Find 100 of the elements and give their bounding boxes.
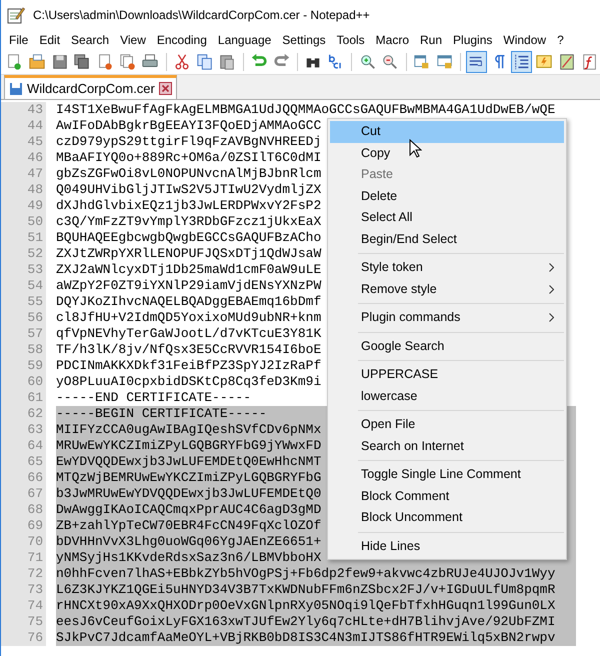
code-line: L6Z3KJYKZ1QGEi5uHNYD34V3B7TxKWDNubFFm6nZSbcx2FJ/v+IGDuULfUm8pqmR xyxy=(56,582,556,598)
copy-icon xyxy=(196,53,214,71)
indent-guide-icon xyxy=(512,53,531,71)
code-line: -----END CERTIFICATE----- xyxy=(56,390,252,406)
tab-label: WildcardCorpCom.cer xyxy=(27,80,155,98)
menu-item[interactable]: Edit xyxy=(39,31,60,49)
line-number: 56 xyxy=(1,310,46,326)
word-wrap-button[interactable] xyxy=(466,51,487,73)
zoom-out-icon xyxy=(381,53,400,71)
line-number: 45 xyxy=(1,134,46,150)
code-line: qfVpNEVhyTerGaWJootL/d7vKTcuE3Y81K xyxy=(56,326,322,342)
menu-item[interactable]: Hide Lines xyxy=(330,536,564,557)
code-line: gbZsZGFwOi8vL0NOPUNvcnAlMjBJbnRlcm xyxy=(56,166,322,182)
sync-vertical-icon xyxy=(413,53,432,71)
code-line: MRUwEwYKCZImiZPyLGQBGRYFbG9jYWwxFD xyxy=(56,438,322,454)
menu-item[interactable]: Copy xyxy=(330,142,564,164)
code-line: ZXJtZWRpYXRlLENOPUFJQSxDTj1QdWJsaW xyxy=(56,246,322,262)
line-number: 58 xyxy=(1,342,46,358)
notepad-icon xyxy=(7,6,25,24)
menu-item[interactable]: UPPERCASE xyxy=(330,364,564,386)
line-number: 68 xyxy=(1,502,46,518)
window-title: C:\Users\admin\Downloads\WildcardCorpCom.cer - Notepad++ xyxy=(33,7,370,24)
menu-item[interactable]: Select All xyxy=(330,207,564,228)
line-number: 54 xyxy=(1,278,46,294)
line-number: 63 xyxy=(1,422,46,438)
language-panel-icon xyxy=(535,53,554,71)
menu-item[interactable]: Plugin commands xyxy=(330,307,564,328)
line-number: 66 xyxy=(1,470,46,486)
code-line: c3Q/YmFzZT9vYmplY3RDbGFzcz1jUkxEaX xyxy=(56,214,322,230)
menu-item[interactable]: Encoding xyxy=(156,31,207,49)
menu-item[interactable]: Style token xyxy=(330,257,564,278)
line-number: 73 xyxy=(1,582,46,598)
folder-icon xyxy=(28,53,46,71)
line-number: 65 xyxy=(1,454,46,470)
line-number: 75 xyxy=(1,614,46,630)
menu-item[interactable]: Remove style xyxy=(330,278,564,300)
close-icon[interactable] xyxy=(158,82,172,95)
clipboard-icon xyxy=(218,53,236,71)
menu-item[interactable]: Cut xyxy=(330,121,564,142)
menu-item[interactable]: Delete xyxy=(330,186,564,207)
code-line: ZB+zahlYpTeCW70EBR4FcCN49FqXclOZOf xyxy=(56,518,322,534)
document-map-icon xyxy=(558,53,576,71)
menu-item[interactable]: Block Comment xyxy=(330,486,564,507)
function-list-icon xyxy=(580,53,599,71)
code-line: EwYDVQQDEwxjb3JwLUFEMDEtQ0EwHhcNMT xyxy=(56,454,322,470)
line-number: 44 xyxy=(1,118,46,134)
menu-item[interactable]: Open File xyxy=(330,414,564,436)
menu-item[interactable]: View xyxy=(120,31,146,49)
line-number: 51 xyxy=(1,230,46,246)
code-line: dXJhdGlvbixEQz1jb3JwLERDPWxvY2FsP2 xyxy=(56,198,322,214)
stacked-disks-icon xyxy=(73,53,92,71)
menu-item[interactable]: Settings xyxy=(282,31,326,49)
code-line: ZXJ2aWNlcyxDTj1Db25maWd1cmF0aW9uLE xyxy=(56,262,322,278)
menu-item[interactable]: Block Uncomment xyxy=(330,507,564,528)
code-line: MTQzWjBEMRUwEwYKCZImiZPyLGQBGRYFbG xyxy=(56,470,322,486)
menu-item[interactable]: Plugins xyxy=(453,31,492,49)
menu-item[interactable]: Search xyxy=(71,31,110,49)
menu-item[interactable]: File xyxy=(9,31,28,49)
sync-horizontal-icon xyxy=(436,53,454,71)
line-number: 74 xyxy=(1,598,46,614)
menu-item[interactable]: Run xyxy=(420,31,442,49)
code-line: MIIFYzCCA0ugAwIBAgIQeshSVfCDv6pNMx xyxy=(56,422,322,438)
menu-item[interactable]: Tools xyxy=(336,31,365,49)
line-number: 76 xyxy=(1,630,46,646)
close-files-icon xyxy=(118,53,137,71)
menu-item[interactable]: Macro xyxy=(376,31,410,49)
code-line: yO8PLuuAI0cpxbidDSKtCp8Cq3feD3Km9i xyxy=(56,374,322,390)
file-tab[interactable]: WildcardCorpCom.cer xyxy=(4,75,177,99)
line-number: 49 xyxy=(1,198,46,214)
line-number: 47 xyxy=(1,166,46,182)
menu-item[interactable]: Search on Internet xyxy=(330,436,564,457)
line-number: 61 xyxy=(1,390,46,406)
line-number: 48 xyxy=(1,182,46,198)
code-line: DQYJKoZIhvcNAQELBQADggEBAEmq16bDmf xyxy=(56,294,322,310)
code-line: n0hhFcven7lhAS+EBbkZYb5hVOgPSj+Fb6dp2few9+akvwc4zbRUJe4UJOJv1Wyy xyxy=(56,566,556,582)
menu-item[interactable]: lowercase xyxy=(330,386,564,407)
menu-item[interactable]: ? xyxy=(557,31,564,49)
line-number: 70 xyxy=(1,534,46,550)
code-line: -----BEGIN CERTIFICATE----- xyxy=(56,406,267,422)
indent-guide-button[interactable] xyxy=(511,51,532,73)
mouse-pointer-icon xyxy=(409,139,422,159)
scissors-icon xyxy=(173,53,192,71)
code-line: MBaAFIYQ0o+889Rc+OM6a/0ZSIlT6C0dMI xyxy=(56,150,322,166)
code-line: eesJ6vCeufGoixLyFGX163xwTJUfEw2Yly6q7cHLte+dH7BlihvjAve/92UbFZMI xyxy=(56,614,556,630)
code-line: b3JwMRUwEwYDVQQDEwxjb3JwLUFEMDEtQ0 xyxy=(56,486,322,502)
code-line: BQUHAQEEgbcwgbQwgbEGCCsGAQUFBzACho xyxy=(56,230,322,246)
code-line: AwIFoDAbBgkrBgEEAYI3FQoEDjAMMAoGCC xyxy=(56,118,322,134)
code-line: SJkPvC7JdcamfAaMeOYL+VBjRKB0bD8IS3C4N3mIJTS86fHTR9EWilq5xBN2rwpv xyxy=(56,630,556,646)
line-number: 57 xyxy=(1,326,46,342)
code-line: aWZpY2F0ZT9iYXNlP29iamVjdENsYXNzPW xyxy=(56,278,322,294)
line-number: 52 xyxy=(1,246,46,262)
menu-item[interactable]: Begin/End Select xyxy=(330,228,564,250)
code-line: DwAwggIKAoICAQCmqxPprAUC4C6agD3gMD xyxy=(56,502,322,518)
menu-item[interactable]: Google Search xyxy=(330,336,564,357)
menu-item[interactable]: Toggle Single Line Comment xyxy=(330,464,564,486)
menu-item[interactable]: Language xyxy=(218,31,272,49)
code-line: czD979ypS29ttgirFl9qFzAVBgNVHREEDj xyxy=(56,134,322,150)
menu-item[interactable]: Window xyxy=(503,31,546,49)
zoom-in-icon xyxy=(358,53,377,71)
line-number: 46 xyxy=(1,150,46,166)
